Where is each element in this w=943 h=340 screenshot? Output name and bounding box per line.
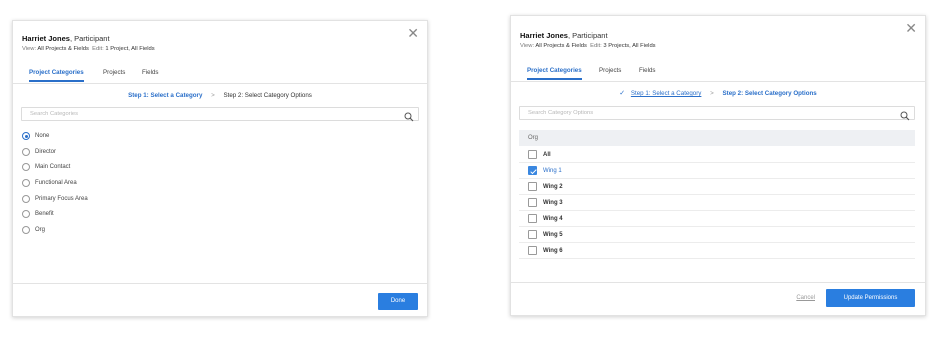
participant-role: , Participant — [567, 31, 608, 40]
option-row-wing-3[interactable]: Wing 3 — [519, 195, 915, 211]
view-value: All Projects & Fields — [37, 46, 89, 52]
option-label: Wing 6 — [543, 247, 563, 254]
step-2: Step 2: Select Category Options — [223, 92, 312, 99]
option-row-wing-5[interactable]: Wing 5 — [519, 227, 915, 243]
category-option-main-contact[interactable]: Main Contact — [22, 163, 70, 171]
option-label: Wing 1 — [543, 167, 562, 174]
view-label: View: — [22, 46, 37, 52]
radio-icon[interactable] — [22, 163, 30, 171]
dialog-footer: Done — [13, 283, 427, 318]
step-indicator: Step 1: Select a Category > Step 2: Sele… — [13, 92, 427, 99]
option-label: Wing 2 — [543, 183, 563, 190]
category-option-label: Benefit — [35, 211, 54, 217]
category-option-label: Org — [35, 227, 46, 233]
category-select-dialog: ✕ Harriet Jones, Participant View: All P… — [12, 20, 428, 317]
radio-icon[interactable] — [22, 210, 30, 218]
participant-name: Harriet Jones — [520, 31, 568, 40]
close-icon[interactable]: ✕ — [905, 21, 917, 35]
step-indicator: ✓ Step 1: Select a Category > Step 2: Se… — [511, 89, 925, 97]
dialog-footer: Cancel Update Permissions — [511, 282, 925, 317]
radio-icon[interactable] — [22, 179, 30, 187]
search-icon[interactable] — [900, 108, 910, 126]
category-option-none[interactable]: None — [22, 132, 49, 140]
option-row-wing-6[interactable]: Wing 6 — [519, 243, 915, 259]
tab-fields[interactable]: Fields — [639, 67, 656, 78]
edit-label: Edit: — [590, 43, 602, 49]
category-option-label: Director — [35, 149, 57, 155]
step-1: Step 1: Select a Category — [128, 92, 203, 99]
category-option-org[interactable]: Org — [22, 226, 45, 234]
checkbox-icon[interactable] — [528, 230, 537, 239]
tab-bar: Project Categories Projects Fields — [13, 69, 427, 84]
radio-icon[interactable] — [22, 148, 30, 156]
tab-projects[interactable]: Projects — [103, 69, 125, 80]
option-row-wing-1[interactable]: Wing 1 — [519, 163, 915, 179]
option-label: All — [543, 151, 551, 158]
participant-role: , Participant — [69, 34, 110, 43]
search-category-options-input[interactable]: Search Category Options — [519, 106, 915, 121]
option-row-wing-2[interactable]: Wing 2 — [519, 179, 915, 195]
category-option-primary-focus-area[interactable]: Primary Focus Area — [22, 195, 88, 203]
radio-icon[interactable] — [22, 226, 30, 234]
edit-value: 1 Project, All Fields — [105, 46, 155, 52]
checkbox-icon[interactable] — [528, 214, 537, 223]
done-button[interactable]: Done — [378, 293, 418, 310]
step-1-link[interactable]: Step 1: Select a Category — [631, 90, 702, 97]
search-placeholder: Search Category Options — [528, 110, 594, 116]
radio-icon[interactable] — [22, 195, 30, 203]
category-option-benefit[interactable]: Benefit — [22, 210, 54, 218]
option-group-header: Org — [519, 130, 915, 146]
search-placeholder: Search Categories — [30, 111, 79, 117]
tab-fields[interactable]: Fields — [142, 69, 159, 80]
close-icon[interactable]: ✕ — [407, 26, 419, 40]
category-option-functional-area[interactable]: Functional Area — [22, 179, 77, 187]
view-value: All Projects & Fields — [535, 43, 587, 49]
category-option-label: Functional Area — [35, 180, 77, 186]
checkbox-icon[interactable] — [528, 150, 537, 159]
edit-value: 3 Projects, All Fields — [603, 43, 656, 49]
tab-project-categories[interactable]: Project Categories — [527, 67, 582, 80]
option-row-wing-4[interactable]: Wing 4 — [519, 211, 915, 227]
option-row-all[interactable]: All — [519, 147, 915, 163]
search-categories-input[interactable]: Search Categories — [21, 107, 419, 122]
update-permissions-button[interactable]: Update Permissions — [826, 289, 915, 307]
view-label: View: — [520, 43, 535, 49]
search-icon[interactable] — [404, 109, 414, 127]
chevron-right-icon: > — [211, 92, 215, 99]
category-option-label: None — [35, 133, 50, 139]
participant-name-line: Harriet Jones, Participant — [22, 34, 110, 43]
tab-bar: Project Categories Projects Fields — [511, 67, 925, 82]
step-2: Step 2: Select Category Options — [722, 90, 817, 97]
tab-projects[interactable]: Projects — [599, 67, 621, 78]
tab-project-categories[interactable]: Project Categories — [29, 69, 84, 82]
permissions-summary: View: All Projects & Fields Edit: 1 Proj… — [22, 46, 155, 52]
edit-label: Edit: — [92, 46, 104, 52]
checkmark-icon: ✓ — [619, 90, 626, 97]
participant-name-line: Harriet Jones, Participant — [520, 31, 608, 40]
category-option-label: Main Contact — [35, 164, 71, 170]
checkbox-checked-icon[interactable] — [528, 166, 537, 175]
permissions-summary: View: All Projects & Fields Edit: 3 Proj… — [520, 43, 656, 49]
radio-selected-icon[interactable] — [22, 132, 30, 140]
category-option-director[interactable]: Director — [22, 148, 56, 156]
cancel-button[interactable]: Cancel — [796, 295, 815, 301]
checkbox-icon[interactable] — [528, 246, 537, 255]
option-label: Wing 4 — [543, 215, 563, 222]
option-label: Wing 3 — [543, 199, 563, 206]
checkbox-icon[interactable] — [528, 182, 537, 191]
chevron-right-icon: > — [710, 90, 714, 97]
checkbox-icon[interactable] — [528, 198, 537, 207]
category-options-dialog: ✕ Harriet Jones, Participant View: All P… — [510, 15, 926, 316]
category-option-label: Primary Focus Area — [35, 196, 88, 202]
participant-name: Harriet Jones — [22, 34, 70, 43]
option-label: Wing 5 — [543, 231, 563, 238]
